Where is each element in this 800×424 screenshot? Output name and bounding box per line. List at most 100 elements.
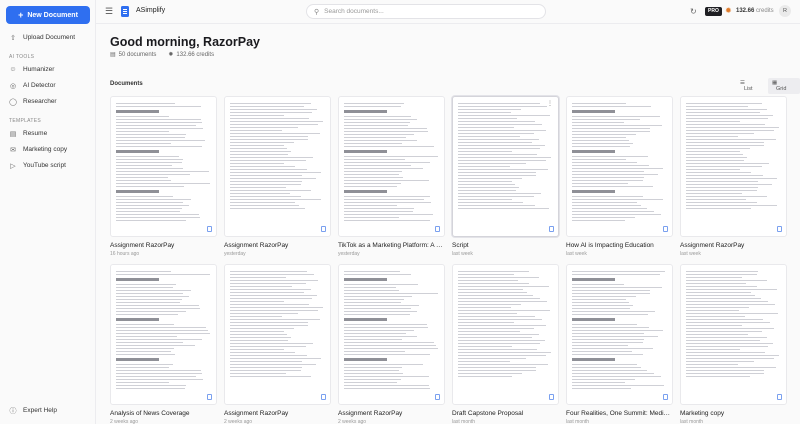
expert-help-item[interactable]: ⓘ Expert Help bbox=[5, 403, 91, 418]
grid-view-button[interactable]: ▦ Grid bbox=[768, 78, 800, 94]
thumbnail-line bbox=[572, 205, 642, 206]
thumbnail-line bbox=[572, 106, 651, 107]
thumbnail-line bbox=[572, 165, 649, 166]
document-card[interactable]: TikTok as a Marketing Platform: A Stra..… bbox=[338, 96, 445, 257]
thumbnail-line bbox=[116, 217, 200, 218]
search-bar[interactable]: ⚲ bbox=[306, 4, 546, 19]
thumbnail-line bbox=[230, 334, 287, 335]
sidebar-item-resume[interactable]: ▤ Resume bbox=[5, 126, 90, 141]
document-card[interactable]: How AI is Impacting Education last week bbox=[566, 96, 673, 257]
sidebar-item-youtube-script[interactable]: ▷ YouTube script bbox=[5, 158, 90, 173]
document-card[interactable]: Assignment RazorPay yesterday bbox=[224, 96, 331, 257]
thumbnail-line bbox=[686, 355, 780, 356]
thumbnail-line bbox=[686, 127, 780, 128]
document-card[interactable]: Assignment RazorPay 16 hours ago bbox=[110, 96, 217, 257]
sidebar-item-humanizer[interactable]: ☺ Humanizer bbox=[5, 62, 90, 77]
document-card[interactable]: Assignment RazorPay 2 weeks ago bbox=[224, 264, 331, 424]
thumbnail-line bbox=[230, 361, 303, 362]
thumbnail-line bbox=[116, 385, 187, 386]
grid-view-label: Grid bbox=[776, 86, 787, 92]
document-title[interactable]: Assignment RazorPay bbox=[224, 242, 331, 249]
thumbnail-line bbox=[686, 109, 767, 110]
sidebar-item-marketing-copy[interactable]: ✉ Marketing copy bbox=[5, 142, 90, 157]
researcher-icon: ◯ bbox=[9, 98, 17, 106]
sidebar-item-researcher[interactable]: ◯ Researcher bbox=[5, 94, 90, 109]
thumbnail-line bbox=[572, 308, 630, 309]
thumbnail-line bbox=[116, 342, 183, 343]
credits-label: credits bbox=[756, 8, 774, 14]
document-title[interactable]: Assignment RazorPay bbox=[680, 242, 787, 249]
document-card[interactable]: ⋮ Script last week bbox=[452, 96, 559, 257]
thumbnail-line bbox=[344, 162, 431, 163]
thumbnail-line bbox=[458, 178, 522, 179]
document-type-icon bbox=[321, 394, 326, 400]
document-thumbnail[interactable] bbox=[566, 96, 673, 237]
thumbnail-line bbox=[458, 274, 515, 275]
thumbnail-line bbox=[116, 199, 192, 200]
document-thumbnail[interactable]: ⋮ bbox=[452, 96, 559, 237]
thumbnail-line bbox=[686, 307, 749, 308]
avatar[interactable]: R bbox=[779, 5, 791, 17]
sidebar-item-ai-detector[interactable]: ◎ AI Detector bbox=[5, 78, 90, 93]
thumbnail-line bbox=[458, 286, 550, 287]
thumbnail-line bbox=[458, 349, 537, 350]
document-thumbnail[interactable] bbox=[338, 96, 445, 237]
thumbnail-line bbox=[458, 124, 542, 125]
thumbnail-line bbox=[344, 190, 387, 193]
document-card[interactable]: Four Realities, One Summit: Media Fra...… bbox=[566, 264, 673, 424]
document-thumbnail[interactable] bbox=[566, 264, 673, 405]
document-title[interactable]: Assignment RazorPay bbox=[110, 242, 217, 249]
more-options-icon[interactable]: ⋮ bbox=[547, 100, 553, 107]
document-title[interactable]: How AI is Impacting Education bbox=[566, 242, 673, 249]
thumbnail-line bbox=[572, 122, 625, 123]
document-thumbnail[interactable] bbox=[452, 264, 559, 405]
document-title[interactable]: Draft Capstone Proposal bbox=[452, 410, 559, 417]
thumbnail-line bbox=[686, 349, 741, 350]
document-card[interactable]: Marketing copy last month bbox=[680, 264, 787, 424]
document-title[interactable]: Four Realities, One Summit: Media Fra... bbox=[566, 410, 673, 417]
document-title[interactable]: Marketing copy bbox=[680, 410, 787, 417]
thumbnail-line bbox=[344, 284, 419, 285]
document-title[interactable]: Assignment RazorPay bbox=[224, 410, 331, 417]
refresh-icon[interactable]: ↻ bbox=[690, 7, 697, 16]
thumbnail-line bbox=[344, 177, 403, 178]
thumbnail-line bbox=[116, 202, 184, 203]
new-document-button[interactable]: + New Document bbox=[6, 6, 90, 24]
document-thumbnail[interactable] bbox=[224, 264, 331, 405]
document-thumbnail[interactable] bbox=[680, 264, 787, 405]
thumbnail-line bbox=[686, 331, 762, 332]
list-view-button[interactable]: ☰ List bbox=[736, 78, 766, 94]
thumbnail-line bbox=[458, 295, 534, 296]
thumbnail-line bbox=[458, 202, 523, 203]
thumbnail-line bbox=[230, 199, 322, 200]
search-input[interactable] bbox=[324, 8, 525, 15]
document-card[interactable]: Analysis of News Coverage 2 weeks ago bbox=[110, 264, 217, 424]
document-type-icon bbox=[549, 394, 554, 400]
document-card[interactable]: Draft Capstone Proposal last month bbox=[452, 264, 559, 424]
thumbnail-line bbox=[344, 385, 429, 386]
document-thumbnail[interactable] bbox=[338, 264, 445, 405]
document-title[interactable]: Assignment RazorPay bbox=[338, 410, 445, 417]
thumbnail-line bbox=[686, 139, 777, 140]
thumbnail-line bbox=[344, 274, 411, 275]
thumbnail-line bbox=[230, 289, 311, 290]
thumbnail-line bbox=[116, 284, 176, 285]
document-title[interactable]: Analysis of News Coverage bbox=[110, 410, 217, 417]
thumbnail-line bbox=[230, 181, 303, 182]
document-title[interactable]: Script bbox=[452, 242, 559, 249]
document-thumbnail[interactable] bbox=[110, 264, 217, 405]
thumbnail-line bbox=[116, 287, 173, 288]
document-thumbnail[interactable] bbox=[110, 96, 217, 237]
upload-document-item[interactable]: ⇧ Upload Document bbox=[5, 30, 90, 45]
thumbnail-line bbox=[230, 187, 287, 188]
document-card[interactable]: Assignment RazorPay last week bbox=[680, 96, 787, 257]
document-card[interactable]: Assignment RazorPay 2 weeks ago bbox=[338, 264, 445, 424]
thumbnail-line bbox=[458, 331, 520, 332]
document-thumbnail[interactable] bbox=[680, 96, 787, 237]
document-title[interactable]: TikTok as a Marketing Platform: A Stra..… bbox=[338, 242, 445, 249]
document-thumbnail[interactable] bbox=[224, 96, 331, 237]
thumbnail-line bbox=[230, 208, 306, 209]
menu-icon[interactable]: ☰ bbox=[105, 7, 114, 16]
thumbnail-line bbox=[458, 358, 527, 359]
thumbnail-line bbox=[686, 295, 756, 296]
